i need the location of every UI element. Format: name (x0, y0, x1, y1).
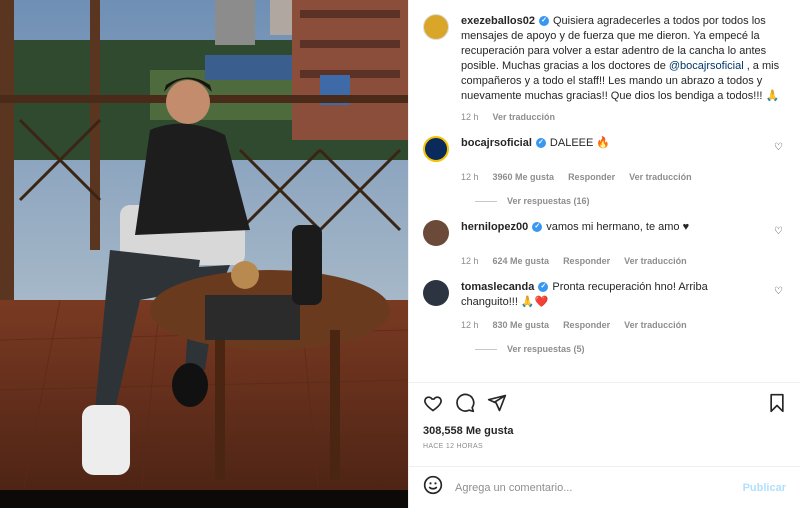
add-comment-bar: Agrega un comentario... Publicar (409, 466, 800, 508)
comment-icon[interactable] (455, 393, 475, 418)
comment-username[interactable]: tomaslecanda (461, 281, 534, 293)
heart-icon[interactable]: ♡ (774, 286, 786, 297)
comment-item: bocajrsoficial ✓ DALEEE 🔥 ♡ (423, 136, 786, 162)
caption-time: 12 h (461, 112, 479, 122)
emoji-icon[interactable] (423, 475, 443, 500)
share-icon[interactable] (487, 393, 507, 418)
comment-item: tomaslecanda ✓ Pronta recuperación hno! Ar… (423, 280, 786, 310)
comment-time: 12 h (461, 172, 479, 182)
verified-icon: ✓ (539, 16, 549, 27)
translate-link[interactable]: Ver traducción (493, 112, 556, 122)
translate-link[interactable]: Ver traducción (629, 172, 692, 182)
view-replies[interactable]: Ver respuestas (16) (475, 196, 786, 206)
like-count[interactable]: 308,558 Me gusta (423, 425, 786, 437)
comment-meta: 12 h 624 Me gusta Responder Ver traducción (461, 256, 786, 266)
avatar[interactable] (423, 280, 449, 306)
comment-likes[interactable]: 830 Me gusta (493, 320, 550, 330)
verified-icon: ✓ (532, 222, 543, 233)
comment-username[interactable]: hernilopez00 (461, 221, 528, 233)
comment-item: hernilopez00 ✓ vamos mi hermano, te amo ♥ … (423, 220, 786, 246)
post-username[interactable]: exezeballos02 (461, 15, 535, 27)
comment-input[interactable]: Agrega un comentario... (455, 482, 743, 494)
verified-icon: ✓ (538, 282, 549, 293)
reply-button[interactable]: Responder (568, 172, 615, 182)
caption-meta: 12 h Ver traducción (461, 112, 786, 122)
heart-icon[interactable]: ♡ (774, 226, 786, 237)
post-timestamp: HACE 12 HORAS (423, 443, 483, 450)
reply-button[interactable]: Responder (563, 256, 610, 266)
avatar[interactable] (423, 136, 449, 162)
mention-link[interactable]: @bocajrsoficial (669, 60, 744, 72)
comment-username[interactable]: bocajrsoficial (461, 137, 532, 149)
comment-meta: 12 h 3960 Me gusta Responder Ver traducción (461, 172, 786, 182)
publish-button[interactable]: Publicar (743, 482, 786, 494)
post-photo (0, 0, 408, 508)
comment-likes[interactable]: 3960 Me gusta (493, 172, 555, 182)
heart-icon[interactable]: ♡ (774, 142, 786, 153)
reply-button[interactable]: Responder (563, 320, 610, 330)
comment-text: DALEEE 🔥 (549, 137, 611, 149)
comment-time: 12 h (461, 256, 479, 266)
verified-icon: ✓ (535, 138, 546, 149)
bookmark-icon[interactable] (768, 393, 786, 418)
view-replies[interactable]: Ver respuestas (5) (475, 344, 786, 354)
comment-meta: 12 h 830 Me gusta Responder Ver traducción (461, 320, 786, 330)
post-sidebar: exezeballos02 ✓ Quisiera agradecerles a to… (408, 0, 800, 508)
comment-likes[interactable]: 624 Me gusta (493, 256, 550, 266)
translate-link[interactable]: Ver traducción (624, 320, 687, 330)
comment-time: 12 h (461, 320, 479, 330)
avatar[interactable] (423, 220, 449, 246)
avatar[interactable] (423, 14, 449, 40)
translate-link[interactable]: Ver traducción (624, 256, 687, 266)
comment-thread: exezeballos02 ✓ Quisiera agradecerles a to… (409, 0, 800, 382)
comment-text: vamos mi hermano, te amo ♥ (546, 221, 690, 233)
heart-icon[interactable] (423, 393, 443, 418)
caption: exezeballos02 ✓ Quisiera agradecerles a to… (423, 14, 786, 104)
